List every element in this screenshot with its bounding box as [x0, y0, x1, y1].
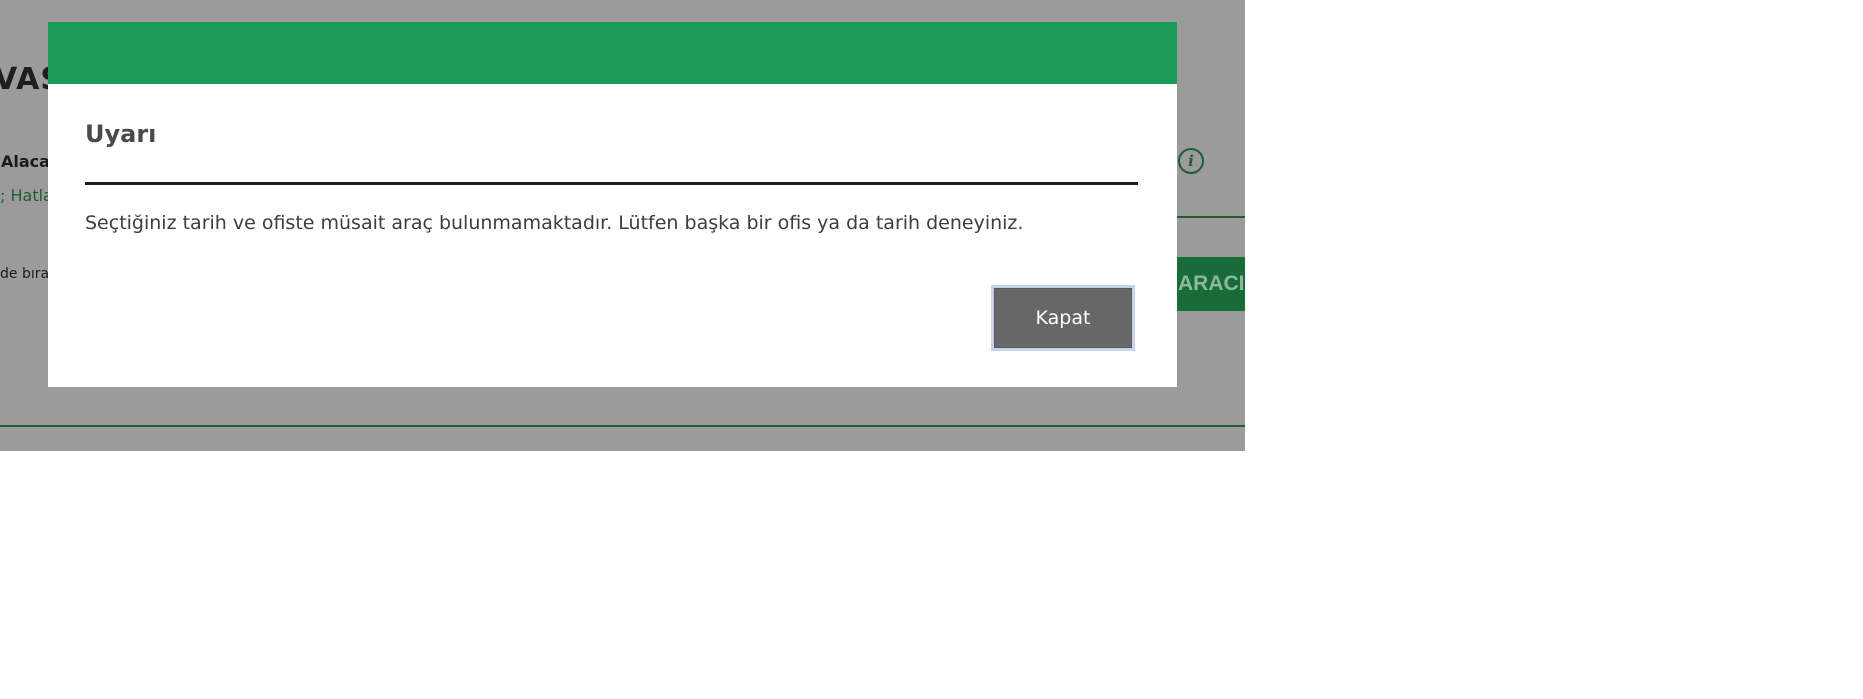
- info-icon[interactable]: i: [1178, 148, 1204, 174]
- divider: [1176, 216, 1245, 218]
- dialog-divider: [85, 182, 1138, 185]
- dialog-message: Seçtiğiniz tarih ve ofiste müsait araç b…: [85, 212, 1024, 234]
- divider: [0, 425, 1245, 427]
- dialog-title: Uyarı: [85, 120, 157, 148]
- warning-dialog: Uyarı Seçtiğiniz tarih ve ofiste müsait …: [48, 22, 1177, 387]
- dialog-header-bar: [48, 22, 1177, 84]
- close-button[interactable]: Kapat: [991, 285, 1135, 351]
- search-car-button[interactable]: ARACI I: [1176, 257, 1245, 311]
